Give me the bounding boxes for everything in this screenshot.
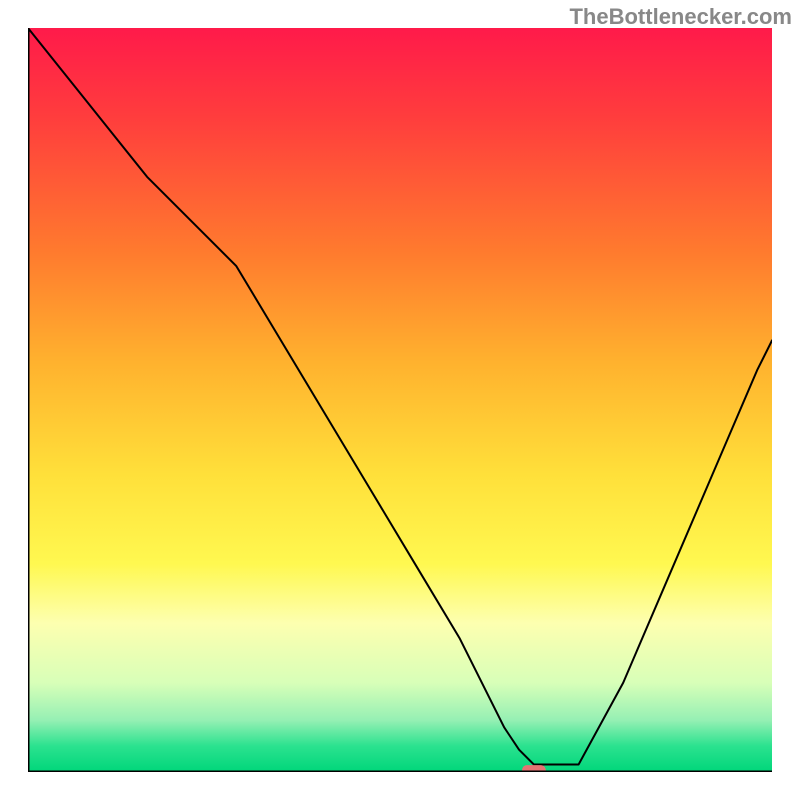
- chart-container: TheBottlenecker.com: [0, 0, 800, 800]
- watermark-text: TheBottlenecker.com: [569, 4, 792, 30]
- gradient-background: [28, 28, 772, 772]
- chart-svg: [28, 28, 772, 772]
- plot-area: [28, 28, 772, 772]
